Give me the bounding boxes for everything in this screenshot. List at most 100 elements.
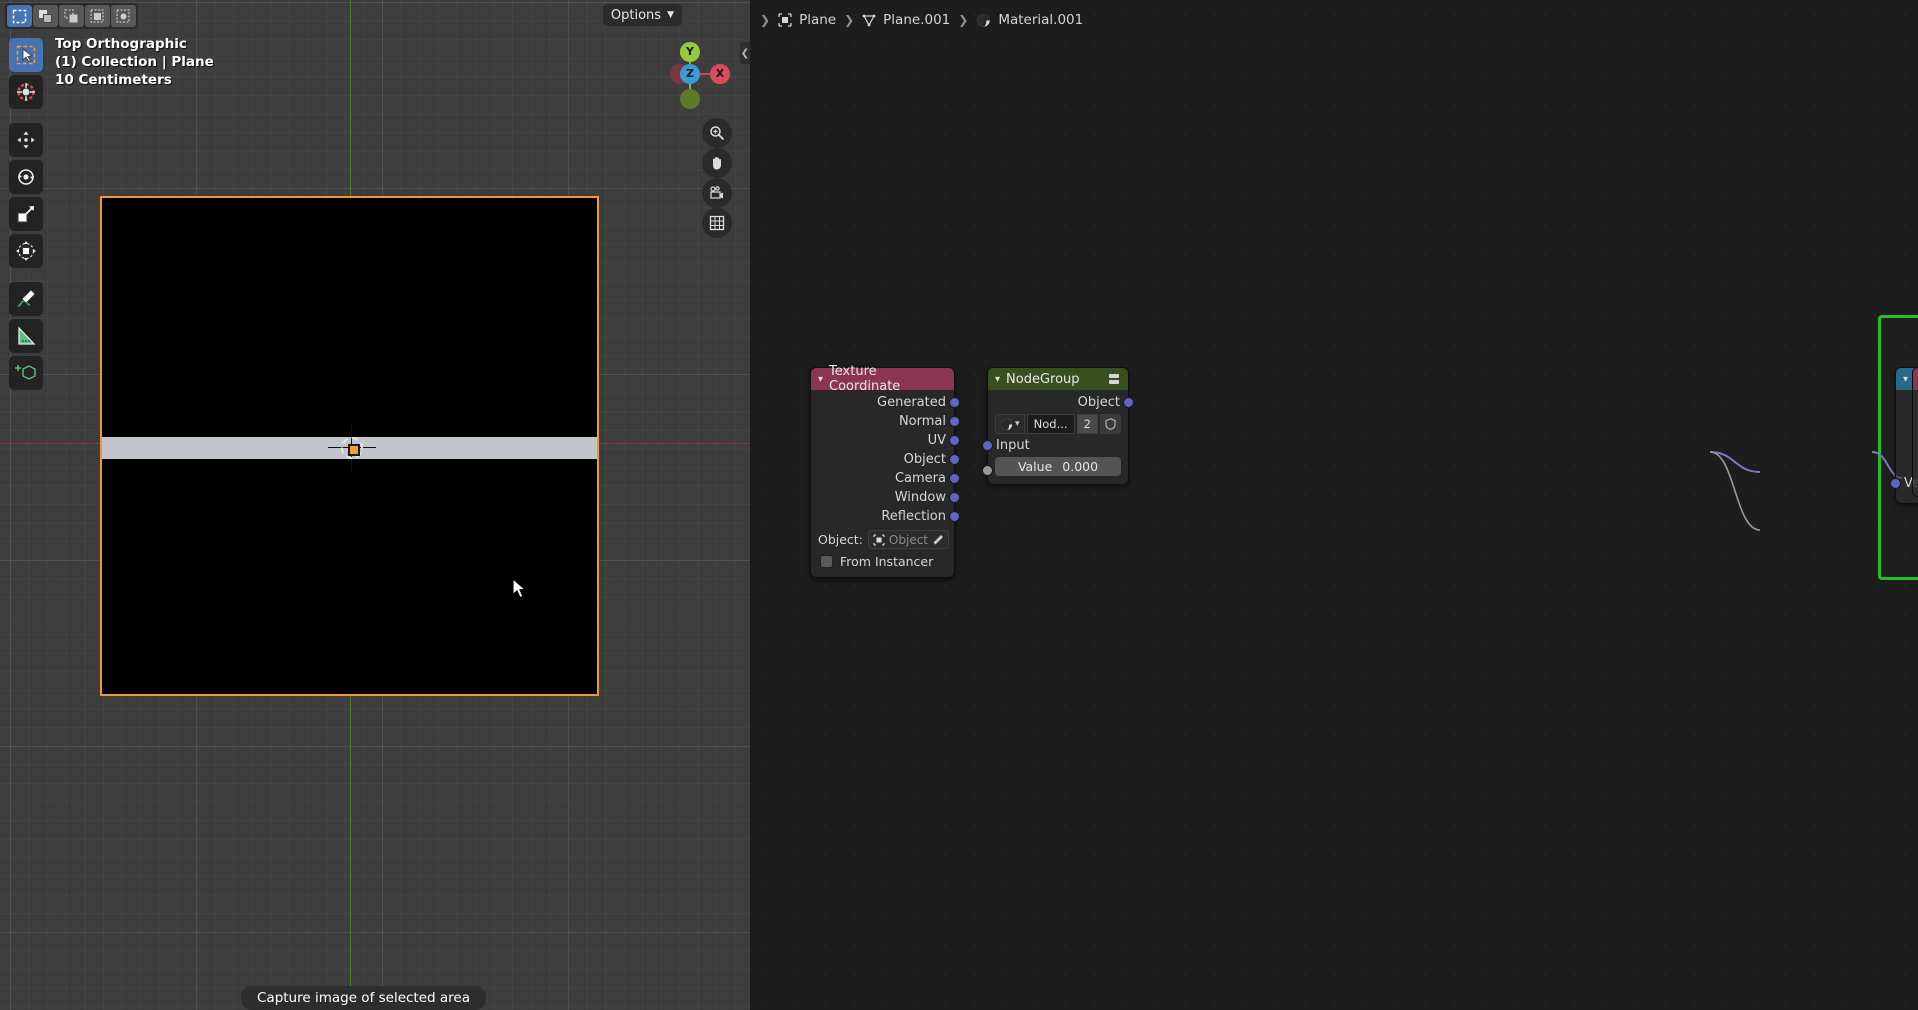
socket-dot[interactable] — [949, 416, 960, 427]
from-instancer-checkbox-row[interactable]: From Instancer — [811, 551, 954, 571]
socket-label: Normal — [898, 414, 946, 429]
node-group[interactable]: ▾ NodeGroup Object ▾ Nod... 2 Input Valu… — [982, 367, 1134, 485]
eyedropper-icon[interactable] — [932, 534, 944, 546]
select-extend-button[interactable] — [33, 5, 58, 27]
grid-icon[interactable] — [702, 208, 732, 238]
breadcrumb-sep-2: ❯ — [958, 13, 969, 27]
socket-label: Window — [894, 490, 946, 505]
input-input[interactable]: Input — [982, 436, 1128, 455]
viewport-toolbar[interactable] — [9, 38, 43, 390]
select-box-button[interactable] — [7, 5, 32, 27]
zoom-icon[interactable] — [702, 118, 732, 148]
datablock-users-count[interactable]: 2 — [1076, 414, 1098, 434]
annotate-tool[interactable] — [9, 282, 43, 316]
node-material-output-partial[interactable] — [1912, 367, 1918, 497]
breadcrumb-label-0: Plane — [799, 12, 837, 28]
chevron-down-icon[interactable]: ▾ — [1903, 374, 1908, 385]
chevron-down-icon: ▼ — [667, 10, 674, 20]
hand-icon[interactable] — [702, 148, 732, 178]
socket-label: Reflection — [881, 509, 946, 524]
transform-tool[interactable] — [9, 234, 43, 268]
select-subtract-button[interactable] — [59, 5, 84, 27]
breadcrumb-label-1: Plane.001 — [883, 12, 951, 28]
camera-icon[interactable] — [702, 178, 732, 208]
node-title: NodeGroup — [1006, 371, 1080, 387]
socket-dot[interactable] — [949, 492, 960, 503]
tweak-select-tool[interactable] — [9, 38, 43, 72]
output-generated[interactable]: Generated — [811, 393, 960, 412]
output-window[interactable]: Window — [811, 488, 960, 507]
node-header[interactable] — [1913, 368, 1918, 390]
scale-tool[interactable] — [9, 197, 43, 231]
socket-dot[interactable] — [982, 440, 993, 451]
socket-dot[interactable] — [949, 473, 960, 484]
from-instancer-label: From Instancer — [840, 553, 934, 569]
gizmo-ball-x[interactable]: X — [710, 64, 730, 84]
socket-dot[interactable] — [949, 454, 960, 465]
breadcrumb-item-plane[interactable]: Plane — [778, 12, 836, 28]
viewport-options-button[interactable]: Options ▼ — [602, 4, 682, 26]
breadcrumb-item-mesh[interactable]: Plane.001 — [862, 12, 950, 28]
chevron-down-icon[interactable]: ▾ — [995, 374, 1000, 385]
output-camera[interactable]: Camera — [811, 469, 960, 488]
socket-label: Generated — [877, 395, 946, 410]
material-icon — [1000, 418, 1013, 431]
collection-name: (1) Collection | Plane — [55, 54, 214, 70]
output-uv[interactable]: UV — [811, 431, 960, 450]
status-tooltip: Capture image of selected area — [241, 986, 486, 1010]
breadcrumb-item-material[interactable]: Material.001 — [976, 12, 1083, 28]
datablock-type-button[interactable]: ▾ — [995, 414, 1025, 434]
socket-dot[interactable] — [949, 435, 960, 446]
checkbox[interactable] — [820, 554, 833, 568]
output-object[interactable]: Object — [811, 450, 960, 469]
object-origin — [341, 437, 363, 459]
select-invert-button[interactable] — [85, 5, 110, 27]
breadcrumb-label-2: Material.001 — [998, 12, 1084, 28]
datablock-name[interactable]: Nod... — [1026, 414, 1075, 434]
rotate-tool[interactable] — [9, 160, 43, 194]
select-mode-buttons[interactable] — [5, 3, 138, 29]
value-number: 0.000 — [1062, 459, 1099, 474]
node-body: Object ▾ Nod... 2 Input Value 0.000 — [982, 390, 1134, 484]
node-texture-coordinate[interactable]: ▾ Texture Coordinate Generated Normal UV… — [810, 364, 960, 578]
node-title: Texture Coordinate — [829, 364, 901, 394]
chevron-down-icon[interactable]: ▾ — [1015, 419, 1020, 429]
socket-label: Input — [996, 438, 1030, 453]
cursor-tool[interactable] — [9, 75, 43, 109]
breadcrumb-sep-1: ❯ — [844, 13, 855, 27]
socket-label: Object — [1077, 395, 1120, 410]
output-normal[interactable]: Normal — [811, 412, 960, 431]
socket-dot[interactable] — [1890, 478, 1901, 489]
breadcrumb: ❯ Plane ❯ Plane.001 ❯ Material.001 — [750, 0, 1918, 40]
sidebar-collapse-arrow[interactable]: ❮ — [740, 42, 750, 64]
object-value: Object — [888, 532, 929, 547]
tooltip-text: Capture image of selected area — [257, 990, 470, 1006]
material-icon — [976, 13, 991, 28]
fake-user-button[interactable] — [1100, 414, 1121, 434]
gizmo-ball-neg-y[interactable] — [680, 89, 700, 109]
output-reflection[interactable]: Reflection — [811, 507, 960, 526]
value-field[interactable]: Value 0.000 — [995, 457, 1121, 476]
socket-dot[interactable] — [1123, 397, 1134, 408]
chevron-down-icon[interactable]: ▾ — [818, 374, 823, 385]
measure-tool[interactable] — [9, 319, 43, 353]
datablock-selector[interactable]: ▾ Nod... 2 — [988, 412, 1128, 436]
node-header[interactable]: ▾ Texture Coordinate — [811, 364, 954, 394]
gizmo-ball-z[interactable]: Z — [680, 64, 700, 84]
output-object[interactable]: Object — [988, 393, 1134, 412]
socket-dot[interactable] — [949, 511, 960, 522]
node-header[interactable]: ▾ NodeGroup — [988, 368, 1128, 390]
gizmo-ball-y[interactable]: Y — [680, 42, 700, 62]
navigation-gizmo[interactable]: X Y Z — [650, 34, 730, 114]
socket-dot[interactable] — [949, 397, 960, 408]
object-selector[interactable]: Object — [867, 530, 950, 549]
3d-viewport[interactable]: Options ▼ Top Orthographic (1) Collectio… — [0, 0, 750, 1010]
mesh-data-icon — [862, 13, 876, 27]
add-cube-tool[interactable] — [9, 356, 43, 390]
object-icon — [778, 13, 792, 27]
socket-dot-value[interactable] — [982, 465, 993, 476]
select-intersect-button[interactable] — [111, 5, 136, 27]
value-label: Value — [1017, 459, 1053, 474]
move-tool[interactable] — [9, 123, 43, 157]
shader-node-editor[interactable]: ❯ Plane ❯ Plane.001 ❯ Material.001 Line — [750, 0, 1918, 1010]
